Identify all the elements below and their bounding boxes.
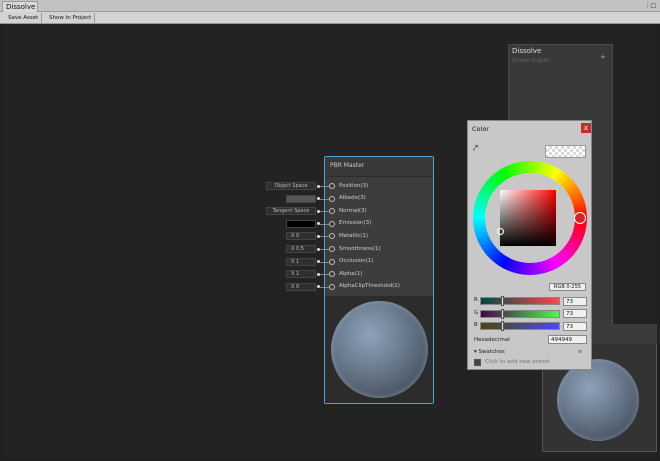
channel-value-input[interactable]: 73: [563, 321, 587, 331]
show-in-project-button[interactable]: Show In Project: [46, 13, 96, 23]
port-wire: [320, 223, 329, 225]
hex-input[interactable]: 494949: [548, 335, 587, 344]
port-input-field[interactable]: X 0.5: [286, 245, 316, 253]
port-wire: [320, 274, 329, 276]
port-input-field[interactable]: Object Space: [266, 182, 316, 190]
main-preview-sphere: [557, 359, 639, 441]
channel-label: G: [474, 309, 479, 316]
swatches-menu-icon[interactable]: ≡: [578, 349, 582, 355]
eyedropper-icon[interactable]: ⤤: [473, 144, 478, 154]
port-label: Alpha(1): [339, 270, 363, 277]
port-wire: [320, 236, 329, 238]
port-input-field[interactable]: [286, 194, 316, 203]
input-port[interactable]: [329, 195, 335, 202]
port-wire: [320, 261, 329, 263]
port-wire: [320, 186, 329, 187]
channel-slider[interactable]: [480, 309, 560, 318]
input-port[interactable]: [329, 283, 335, 290]
input-port[interactable]: [329, 183, 335, 189]
port-input-field[interactable]: [286, 219, 316, 228]
channel-slider[interactable]: [480, 322, 560, 330]
port-wire: [320, 249, 329, 250]
channel-value-input[interactable]: 73: [563, 296, 587, 306]
port-input-field[interactable]: X 0: [286, 282, 316, 291]
port-input-field[interactable]: X 1: [286, 270, 316, 279]
port-label: Position(3): [339, 182, 369, 189]
port-label: Smoothness(1): [339, 245, 381, 252]
preview-sphere: [331, 301, 428, 398]
input-port[interactable]: [329, 246, 335, 252]
channel-slider[interactable]: [480, 297, 560, 305]
blackboard-title: Dissolve: [512, 47, 542, 55]
swatches-foldout[interactable]: ▾ Swatches: [474, 349, 505, 355]
color-picker-title: Color: [472, 125, 489, 133]
port-label: AlphaClipThreshold(1): [339, 283, 400, 290]
window-menu-icon[interactable]: ⋮□: [644, 2, 656, 9]
port-label: Metallic(1): [339, 232, 369, 239]
slider-handle[interactable]: [501, 296, 505, 306]
port-wire: [320, 211, 329, 213]
tab-bar: [0, 0, 660, 12]
port-input-field[interactable]: X 1: [286, 257, 316, 266]
sv-cursor[interactable]: [497, 228, 504, 235]
port-label: Normal(3): [339, 207, 367, 214]
slider-handle[interactable]: [501, 308, 505, 319]
port-label: Emission(3): [339, 220, 372, 227]
color-swatch-preview: [545, 145, 586, 158]
hue-cursor[interactable]: [574, 212, 586, 224]
input-port[interactable]: [329, 220, 335, 227]
node-title: PBR Master: [330, 162, 365, 169]
port-label: Albedo(3): [339, 195, 366, 202]
save-asset-button[interactable]: Save Asset: [5, 13, 43, 23]
close-icon[interactable]: x: [581, 123, 591, 133]
add-preset-text[interactable]: Click to add new preset: [485, 359, 550, 365]
saturation-value-square[interactable]: [500, 190, 556, 246]
port-input-field[interactable]: Tangent Space: [266, 207, 316, 216]
tab-dissolve[interactable]: Dissolve: [2, 1, 38, 12]
toolbar: [0, 12, 660, 24]
color-mode-dropdown[interactable]: RGB 0-255: [549, 283, 586, 291]
port-wire: [320, 198, 329, 200]
channel-label: B: [474, 322, 478, 328]
preset-library-icon[interactable]: [474, 359, 481, 366]
blackboard-subtitle: Shader Graphs: [512, 58, 550, 64]
input-port[interactable]: [329, 258, 335, 265]
channel-value-input[interactable]: 73: [563, 309, 587, 318]
port-input-field[interactable]: X 0: [286, 232, 316, 241]
slider-handle[interactable]: [501, 321, 505, 331]
hex-label: Hexadecimal: [474, 337, 510, 343]
add-property-button[interactable]: +: [600, 53, 606, 61]
port-label: Occlusion(1): [339, 258, 374, 265]
channel-label: R: [474, 297, 478, 303]
port-wire: [320, 286, 329, 288]
